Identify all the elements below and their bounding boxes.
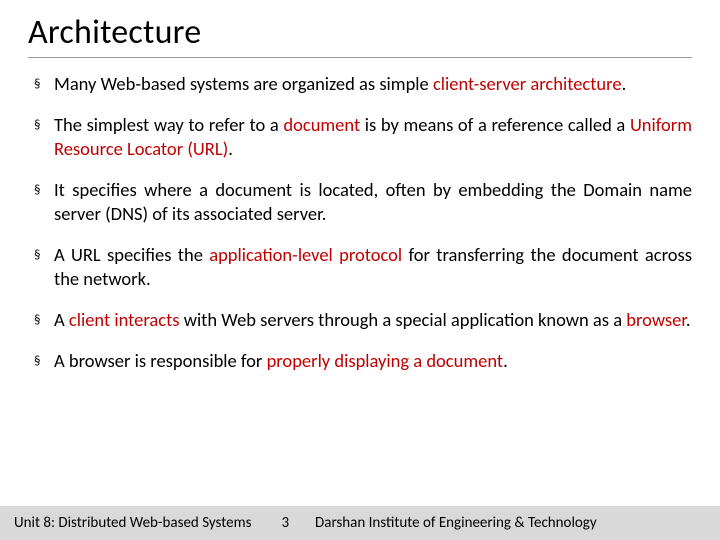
bullet-icon: §	[34, 178, 54, 200]
bullet-text: A client interacts with Web servers thro…	[54, 308, 692, 332]
bullet-text: The simplest way to refer to a document …	[54, 113, 692, 161]
bullet-icon: §	[34, 349, 54, 371]
footer-unit: Unit 8: Distributed Web-based Systems	[0, 514, 251, 532]
bullet-icon: §	[34, 243, 54, 265]
bullet-icon: §	[34, 308, 54, 330]
bullet-icon: §	[34, 72, 54, 94]
bullet-text: Many Web-based systems are organized as …	[54, 72, 692, 96]
bullet-item: § A client interacts with Web servers th…	[34, 308, 692, 332]
footer-page-number: 3	[251, 514, 315, 532]
bullet-item: § The simplest way to refer to a documen…	[34, 113, 692, 161]
bullet-item: § It specifies where a document is locat…	[34, 178, 692, 226]
bullet-icon: §	[34, 113, 54, 135]
bullet-item: § A browser is responsible for properly …	[34, 349, 692, 373]
bullet-text: A browser is responsible for properly di…	[54, 349, 692, 373]
bullet-text: A URL specifies the application-level pr…	[54, 243, 692, 291]
bullet-text: It specifies where a document is located…	[54, 178, 692, 226]
bullet-item: § A URL specifies the application-level …	[34, 243, 692, 291]
bullet-item: § Many Web-based systems are organized a…	[34, 72, 692, 96]
footer-institute: Darshan Institute of Engineering & Techn…	[315, 514, 597, 532]
slide-content: § Many Web-based systems are organized a…	[28, 72, 692, 540]
slide-title: Architecture	[28, 12, 692, 58]
slide-footer: Unit 8: Distributed Web-based Systems 3 …	[0, 506, 720, 540]
slide: Architecture § Many Web-based systems ar…	[0, 0, 720, 540]
